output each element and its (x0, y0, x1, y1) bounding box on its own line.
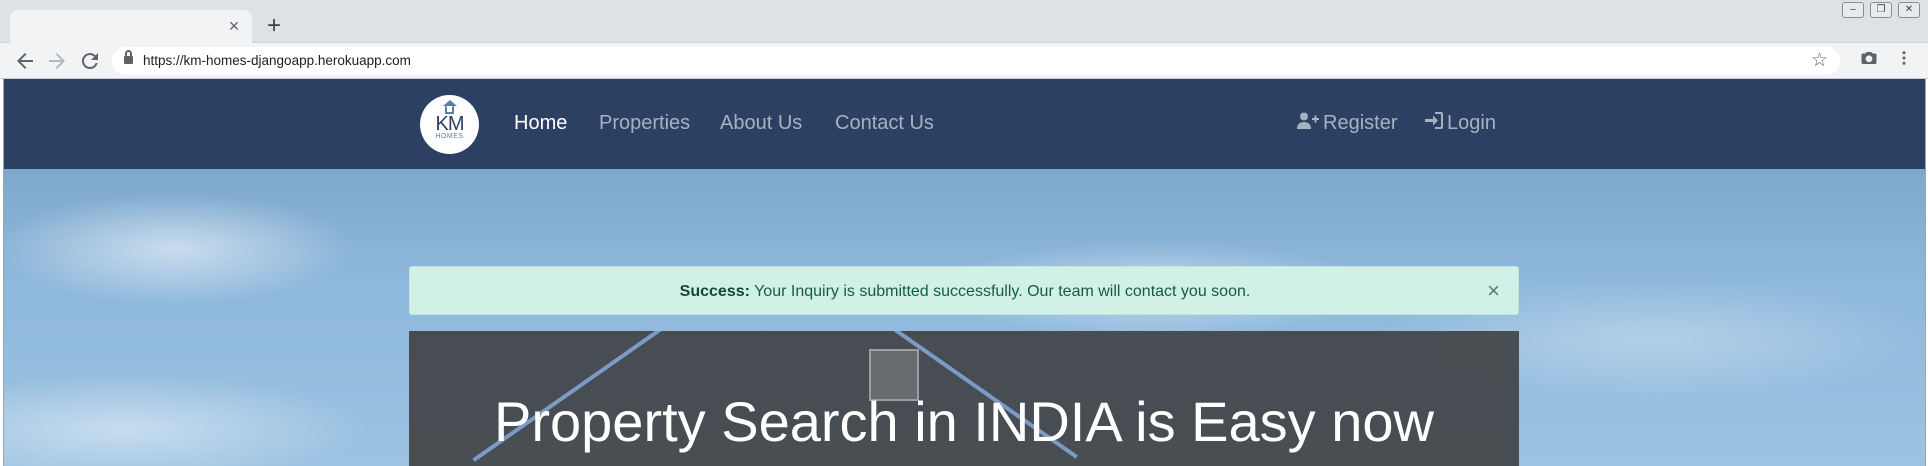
browser-tab-bar: × + – ❐ ✕ (0, 0, 1928, 44)
window-controls: – ❐ ✕ (1842, 2, 1920, 18)
login-link[interactable]: Login (1425, 112, 1496, 135)
close-window-button[interactable]: ✕ (1898, 2, 1920, 18)
new-tab-button[interactable]: + (262, 14, 286, 38)
camera-icon[interactable] (1857, 49, 1881, 73)
star-icon[interactable]: ☆ (1811, 49, 1828, 72)
alert-message: Your Inquiry is submitted successfully. … (754, 283, 1251, 300)
nav-contact-us[interactable]: Contact Us (835, 112, 934, 135)
register-label: Register (1323, 112, 1398, 134)
success-alert: Success: Your Inquiry is submitted succe… (409, 266, 1519, 315)
nav-about-us[interactable]: About Us (720, 112, 802, 135)
reload-icon[interactable] (78, 49, 102, 73)
hero-title: Property Search in INDIA is Easy now (494, 390, 1434, 453)
forward-arrow-icon[interactable] (45, 49, 69, 73)
hero-overlay: Property Search in INDIA is Easy now (409, 331, 1519, 466)
login-label: Login (1447, 112, 1496, 134)
alert-strong: Success: (679, 283, 750, 300)
register-link[interactable]: Register (1297, 112, 1397, 135)
back-arrow-icon[interactable] (13, 49, 37, 73)
browser-tab[interactable]: × (10, 10, 252, 44)
nav-home[interactable]: Home (514, 112, 567, 135)
user-plus-icon (1297, 112, 1319, 134)
site-navbar: KM HOMES Home Properties About Us Contac… (4, 79, 1925, 169)
browser-toolbar: https://km-homes-djangoapp.herokuapp.com… (0, 43, 1928, 79)
site-logo[interactable]: KM HOMES (420, 95, 479, 154)
tab-close-icon[interactable]: × (224, 16, 244, 36)
address-bar[interactable]: https://km-homes-djangoapp.herokuapp.com… (112, 47, 1840, 75)
lock-icon (124, 50, 133, 66)
kebab-menu-icon[interactable] (1892, 49, 1916, 73)
minimize-button[interactable]: – (1842, 2, 1864, 18)
close-icon[interactable]: × (1487, 279, 1500, 303)
nav-properties[interactable]: Properties (599, 112, 690, 135)
alert-message-line: Success: Your Inquiry is submitted succe… (410, 283, 1520, 301)
restore-button[interactable]: ❐ (1870, 2, 1892, 18)
url-text[interactable]: https://km-homes-djangoapp.herokuapp.com (143, 53, 411, 68)
page-viewport: KM HOMES Home Properties About Us Contac… (3, 79, 1926, 466)
logo-subtext: HOMES (435, 133, 464, 140)
sign-in-icon (1425, 112, 1443, 134)
